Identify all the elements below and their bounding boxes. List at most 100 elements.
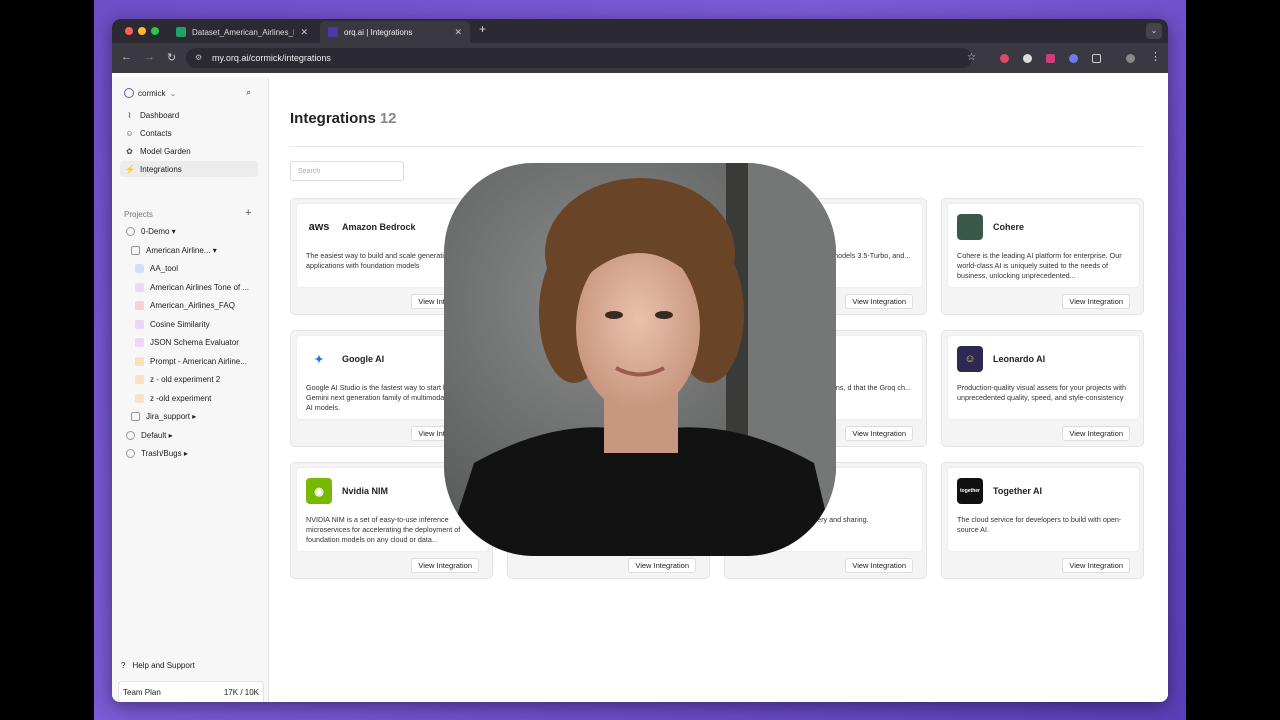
page-title: Integrations 12 xyxy=(290,110,397,127)
extension-icon[interactable] xyxy=(1069,54,1078,63)
back-icon[interactable]: ← xyxy=(121,51,132,63)
url-text: my.orq.ai/cormick/integrations xyxy=(212,53,331,63)
extensions-puzzle-icon[interactable] xyxy=(1092,54,1101,63)
tree-folder[interactable]: Trash/Bugs ▸ xyxy=(126,446,266,461)
tree-item[interactable]: z - old experiment 2 xyxy=(135,372,265,387)
tree-item[interactable]: Cosine Similarity xyxy=(135,317,265,332)
close-tab-icon[interactable]: ✕ xyxy=(300,27,308,38)
integration-description: NVIDIA NIM is a set of easy-to-use infer… xyxy=(306,515,461,544)
integration-name: Leonardo AI xyxy=(993,354,1046,364)
integration-name: Cohere xyxy=(993,222,1025,232)
profile-avatar[interactable] xyxy=(1126,54,1135,63)
tree-folder[interactable]: Default ▸ xyxy=(126,428,266,443)
view-integration-button[interactable]: View Integration xyxy=(1062,294,1130,309)
bookmark-star-icon[interactable]: ☆ xyxy=(967,52,976,63)
projects-header: Projects xyxy=(124,210,153,219)
close-window-button[interactable] xyxy=(125,27,133,35)
extension-icon[interactable] xyxy=(1046,54,1055,63)
tree-item[interactable]: Prompt - American Airline... xyxy=(135,354,257,369)
address-bar[interactable]: my.orq.ai/cormick/integrations xyxy=(186,48,972,68)
cohere-logo-icon xyxy=(957,214,983,240)
help-support-link[interactable]: ? Help and Support xyxy=(121,661,195,670)
view-integration-button[interactable]: View Integration xyxy=(1062,426,1130,441)
tree-folder[interactable]: 0-Demo ▾ xyxy=(126,224,266,239)
tree-folder[interactable]: Jira_support ▸ xyxy=(131,409,266,424)
tree-item[interactable]: JSON Schema Evaluator xyxy=(135,335,265,350)
tab-search-chevron-icon[interactable]: ⌄ xyxy=(1146,23,1162,39)
tab-bar: Dataset_American_Airlines_F ✕ orq.ai | I… xyxy=(112,19,1168,43)
integration-name: Google AI xyxy=(342,354,385,364)
integration-name: Nvidia NIM xyxy=(342,486,389,496)
workspace-switcher[interactable]: cormick ⌄ xyxy=(124,88,176,98)
prompt-icon xyxy=(135,357,144,366)
integration-card[interactable]: ☺ Leonardo AI Production-quality visual as… xyxy=(941,330,1144,447)
tree-item[interactable]: AA_tool xyxy=(135,261,265,276)
nav-dashboard[interactable]: ⌇ Dashboard xyxy=(120,107,258,123)
chevron-down-icon: ⌄ xyxy=(169,88,177,98)
zoom-window-button[interactable] xyxy=(151,27,159,35)
view-integration-button[interactable]: View Integration xyxy=(845,426,913,441)
together-logo-icon: together xyxy=(957,478,983,504)
tab-dataset[interactable]: Dataset_American_Airlines_F ✕ xyxy=(168,21,316,43)
extension-icon[interactable] xyxy=(1023,54,1032,63)
sheets-icon xyxy=(176,27,186,37)
integration-card[interactable]: together Together AI The cloud service for… xyxy=(941,462,1144,579)
webcam-overlay xyxy=(444,163,836,556)
minimize-window-button[interactable] xyxy=(138,27,146,35)
view-integration-button[interactable]: View Integration xyxy=(628,558,696,573)
screen: Dataset_American_Airlines_F ✕ orq.ai | I… xyxy=(0,0,1280,720)
forward-icon[interactable]: → xyxy=(144,51,155,63)
folder-icon xyxy=(126,449,135,458)
orq-favicon-icon xyxy=(328,27,338,37)
close-tab-icon[interactable]: ✕ xyxy=(454,27,462,38)
nav-contacts[interactable]: ☺ Contacts xyxy=(120,125,258,141)
tab-integrations[interactable]: orq.ai | Integrations ✕ xyxy=(320,21,470,43)
tool-icon xyxy=(135,264,144,273)
view-integration-button[interactable]: View Integration xyxy=(845,558,913,573)
nvidia-logo-icon: ◉ xyxy=(306,478,332,504)
search-input[interactable]: Search xyxy=(290,161,404,181)
browser-menu-icon[interactable]: ⋮ xyxy=(1150,50,1161,63)
integration-card[interactable]: Cohere Cohere is the leading AI platform … xyxy=(941,198,1144,315)
folder-icon xyxy=(126,431,135,440)
integration-description: Production-quality visual assets for you… xyxy=(957,383,1126,402)
view-integration-button[interactable]: View Integration xyxy=(845,294,913,309)
browser-toolbar: ← → ↻ my.orq.ai/cormick/integrations ⚙ ☆… xyxy=(112,43,1168,73)
workspace-logo-icon xyxy=(124,88,134,98)
evaluator-icon xyxy=(135,283,144,292)
folder-icon xyxy=(126,227,135,236)
add-project-button[interactable]: + xyxy=(245,207,251,219)
nav-model-garden[interactable]: ✿ Model Garden xyxy=(120,143,258,159)
card-body: Cohere Cohere is the leading AI platform … xyxy=(947,203,1140,288)
site-info-icon[interactable]: ⚙ xyxy=(195,53,202,62)
nav-integrations[interactable]: ⚡ Integrations xyxy=(120,161,258,177)
tree-item[interactable]: American Airlines Tone of ... xyxy=(135,280,257,295)
users-icon: ☺ xyxy=(125,128,134,138)
tree-folder[interactable]: American Airline... ▾ xyxy=(131,243,266,258)
evaluator-icon xyxy=(135,338,144,347)
search-icon[interactable]: ⌕ xyxy=(246,87,251,98)
plug-icon: ⚡ xyxy=(125,164,135,174)
divider xyxy=(290,146,1142,147)
google-ai-logo-icon: ✦ xyxy=(306,346,332,372)
reload-icon[interactable]: ↻ xyxy=(167,51,176,64)
chart-icon: ⌇ xyxy=(127,110,132,120)
evaluator-icon xyxy=(135,320,144,329)
folder-icon xyxy=(131,412,140,421)
presenter-video xyxy=(444,163,836,556)
view-integration-button[interactable]: View Integration xyxy=(411,558,479,573)
tree-item[interactable]: z -old experiment xyxy=(135,391,265,406)
card-body: ☺ Leonardo AI Production-quality visual as… xyxy=(947,335,1140,420)
tree-item[interactable]: American_Airlines_FAQ xyxy=(135,298,265,313)
help-icon: ? xyxy=(121,661,126,670)
aws-logo-icon: aws xyxy=(306,214,332,240)
integration-name: Amazon Bedrock xyxy=(342,222,416,232)
extension-icon[interactable] xyxy=(1000,54,1009,63)
integration-count: 12 xyxy=(379,110,397,127)
plan-usage[interactable]: Team Plan 17K / 10K xyxy=(118,681,264,702)
experiment-icon xyxy=(135,394,144,403)
view-integration-button[interactable]: View Integration xyxy=(1062,558,1130,573)
leonardo-logo-icon: ☺ xyxy=(957,346,983,372)
dataset-icon xyxy=(135,301,144,310)
new-tab-button[interactable]: + xyxy=(479,22,486,36)
